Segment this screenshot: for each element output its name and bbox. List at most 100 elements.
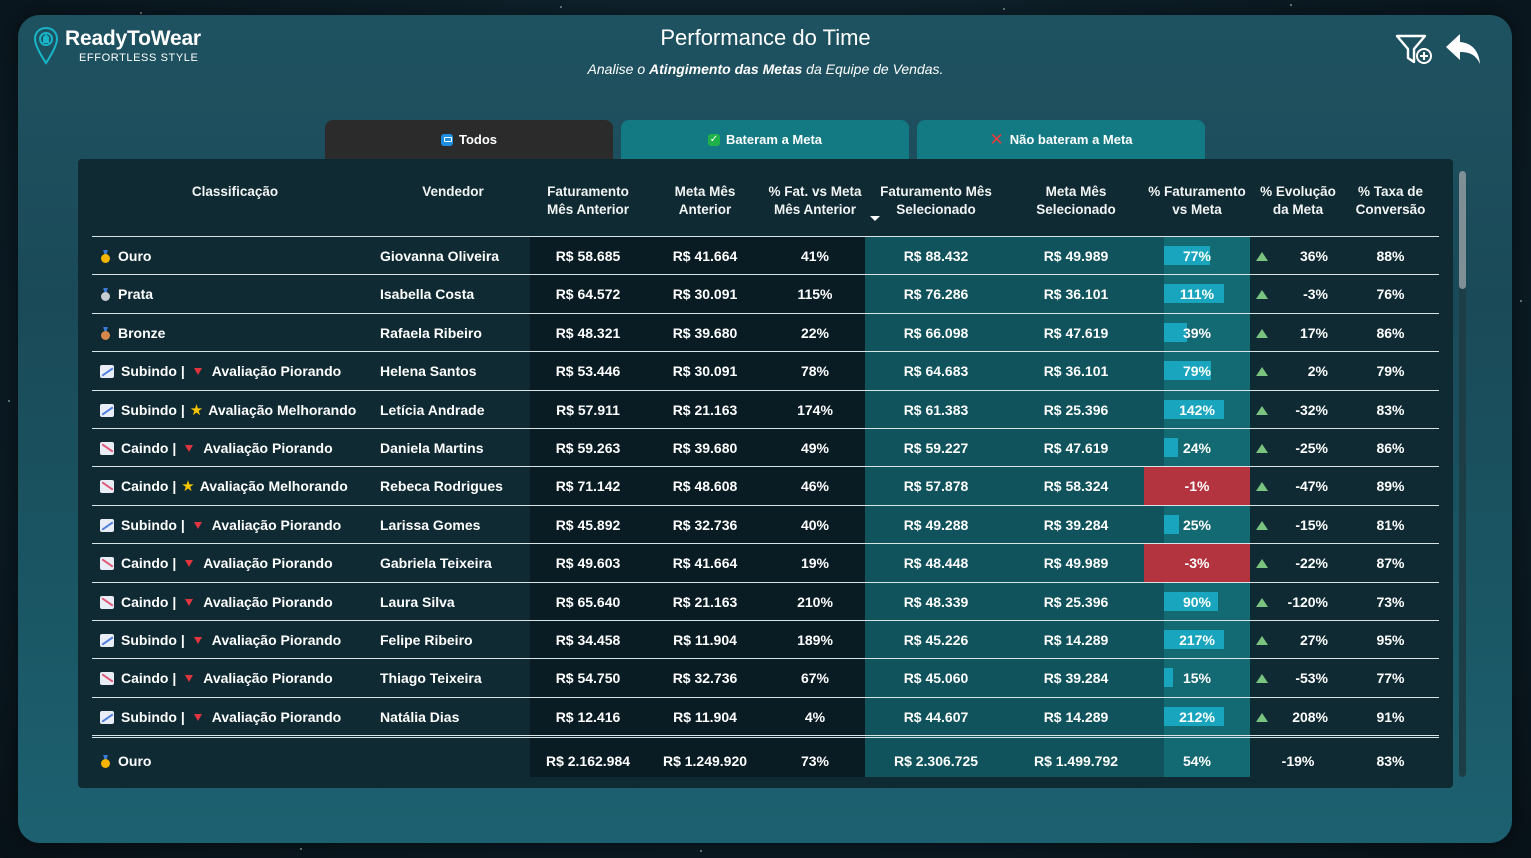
pct-fat-anterior: 174% bbox=[797, 402, 833, 418]
page-title: Performance do Time bbox=[660, 25, 871, 50]
evolucao-cell: -32% bbox=[1256, 391, 1346, 429]
rating-label: Avaliação Piorando bbox=[203, 440, 333, 456]
seller-name: Felipe Ribeiro bbox=[380, 632, 473, 648]
up-arrow-icon bbox=[1256, 443, 1268, 453]
up-arrow-icon bbox=[1256, 405, 1268, 415]
table-row[interactable]: Subindo | Avaliação Piorando Natália Dias R… bbox=[78, 698, 1453, 736]
col-faturamento-selecionado[interactable]: Faturamento Mês Selecionado bbox=[871, 183, 1001, 219]
evolucao-value: -32% bbox=[1295, 402, 1328, 418]
col-pct-fat-meta-anterior[interactable]: % Fat. vs Meta Mês Anterior bbox=[760, 183, 870, 219]
fat-anterior: R$ 59.263 bbox=[555, 440, 621, 456]
performance-table: Classificação Vendedor Faturamento Mês An… bbox=[78, 159, 1466, 788]
evolucao-value: -3% bbox=[1303, 286, 1328, 302]
meta-anterior: R$ 21.163 bbox=[672, 594, 738, 610]
table-row[interactable]: Ouro Giovanna Oliveira R$ 58.685 R$ 41.664 4… bbox=[78, 237, 1453, 275]
rating-label: Avaliação Melhorando bbox=[208, 402, 357, 418]
table-row[interactable]: Caindo | Avaliação Piorando Daniela Martin… bbox=[78, 429, 1453, 467]
seller-name: Rebeca Rodrigues bbox=[380, 478, 503, 494]
seller-name: Gabriela Teixeira bbox=[380, 555, 492, 571]
fat-selecionado: R$ 61.383 bbox=[903, 402, 969, 418]
table-row[interactable]: Subindo | Avaliação Piorando Larissa Gomes… bbox=[78, 506, 1453, 544]
evolucao-cell: 2% bbox=[1256, 352, 1346, 390]
pct-fat-meta: 212% bbox=[1179, 709, 1215, 725]
star-icon: ★ bbox=[181, 478, 195, 495]
col-meta-anterior[interactable]: Meta Mês Anterior bbox=[650, 183, 760, 219]
table-row[interactable]: Caindo | Avaliação Piorando Thiago Teixeir… bbox=[78, 659, 1453, 697]
table-row[interactable]: Caindo | ★ Avaliação Melhorando Rebeca Rodr… bbox=[78, 467, 1453, 505]
meta-selecionado: R$ 36.101 bbox=[1043, 286, 1109, 302]
rating-label: Avaliação Piorando bbox=[211, 709, 342, 725]
col-meta-selecionado[interactable]: Meta Mês Selecionado bbox=[1016, 183, 1136, 219]
seller-name: Larissa Gomes bbox=[380, 517, 481, 533]
fat-anterior: R$ 48.321 bbox=[555, 325, 621, 341]
pct-fat-anterior: 4% bbox=[804, 709, 826, 725]
list-icon bbox=[440, 133, 453, 146]
pct-fat-anterior: 41% bbox=[800, 248, 830, 264]
total-fat-anterior: R$ 2.162.984 bbox=[545, 753, 631, 769]
fat-selecionado: R$ 64.683 bbox=[903, 363, 969, 379]
taxa-conversao: 86% bbox=[1376, 325, 1405, 341]
evolucao-value: 208% bbox=[1292, 709, 1328, 725]
pct-fat-anterior: 19% bbox=[800, 555, 830, 571]
col-faturamento-anterior[interactable]: Faturamento Mês Anterior bbox=[533, 183, 643, 219]
table-row[interactable]: Subindo | ★ Avaliação Melhorando Letícia An… bbox=[78, 391, 1453, 429]
meta-selecionado: R$ 25.396 bbox=[1043, 594, 1109, 610]
col-pct-taxa-conversao[interactable]: % Taxa de Conversão bbox=[1343, 183, 1438, 219]
classification-cell: Subindo | ★ Avaliação Melhorando bbox=[100, 391, 385, 429]
taxa-conversao: 81% bbox=[1376, 517, 1405, 533]
meta-selecionado: R$ 58.324 bbox=[1043, 478, 1109, 494]
gold-medal-icon bbox=[100, 250, 111, 263]
gold-medal-icon bbox=[100, 755, 111, 768]
tab-bateram-meta[interactable]: ✓ Bateram a Meta bbox=[621, 120, 909, 159]
trend-label: Caindo | bbox=[121, 670, 177, 686]
taxa-conversao: 86% bbox=[1376, 440, 1405, 456]
trend-label: Caindo | bbox=[121, 440, 177, 456]
total-pct-fat-anterior: 73% bbox=[800, 753, 830, 769]
seller-name: Rafaela Ribeiro bbox=[380, 325, 482, 341]
seller-name: Thiago Teixeira bbox=[380, 670, 482, 686]
tab-nao-bateram-meta[interactable]: ✕ Não bateram a Meta bbox=[917, 120, 1205, 159]
trend-up-icon bbox=[100, 403, 114, 417]
table-row[interactable]: Subindo | Avaliação Piorando Felipe Ribeir… bbox=[78, 621, 1453, 659]
meta-selecionado: R$ 14.289 bbox=[1043, 632, 1109, 648]
vertical-scrollbar[interactable] bbox=[1459, 171, 1466, 777]
check-icon: ✓ bbox=[707, 133, 720, 146]
meta-selecionado: R$ 49.989 bbox=[1043, 248, 1109, 264]
col-classificacao[interactable]: Classificação bbox=[175, 183, 295, 201]
table-row[interactable]: Bronze Rafaela Ribeiro R$ 48.321 R$ 39.680 2… bbox=[78, 314, 1453, 352]
sort-desc-icon[interactable] bbox=[870, 216, 880, 221]
table-row[interactable]: Caindo | Avaliação Piorando Laura Silva R$ … bbox=[78, 583, 1453, 621]
bronze-medal-icon bbox=[100, 327, 111, 340]
evolucao-value: -22% bbox=[1295, 555, 1328, 571]
fat-anterior: R$ 49.603 bbox=[555, 555, 621, 571]
classification-cell: Caindo | Avaliação Piorando bbox=[100, 583, 385, 621]
classification-cell: Caindo | Avaliação Piorando bbox=[100, 429, 385, 467]
scrollbar-thumb[interactable] bbox=[1459, 171, 1466, 289]
rating-label: Avaliação Piorando bbox=[211, 363, 342, 379]
total-classification-label: Ouro bbox=[118, 753, 152, 769]
col-vendedor[interactable]: Vendedor bbox=[393, 183, 513, 201]
col-pct-evolucao-meta[interactable]: % Evolução da Meta bbox=[1253, 183, 1343, 219]
trend-down-icon bbox=[100, 556, 114, 570]
fat-anterior: R$ 57.911 bbox=[556, 402, 620, 418]
tab-todos[interactable]: Todos bbox=[325, 120, 613, 159]
table-row[interactable]: Subindo | Avaliação Piorando Helena Santos… bbox=[78, 352, 1453, 390]
evolucao-cell: 208% bbox=[1256, 698, 1346, 736]
pct-fat-meta: -3% bbox=[1184, 555, 1210, 571]
back-arrow-icon[interactable] bbox=[1444, 32, 1482, 66]
meta-anterior: R$ 32.736 bbox=[672, 670, 738, 686]
filter-add-icon[interactable] bbox=[1395, 32, 1435, 68]
meta-anterior: R$ 41.664 bbox=[672, 248, 738, 264]
rating-down-icon bbox=[185, 598, 194, 606]
taxa-conversao: 89% bbox=[1376, 478, 1405, 494]
meta-anterior: R$ 39.680 bbox=[672, 440, 738, 456]
fat-selecionado: R$ 49.288 bbox=[903, 517, 969, 533]
meta-selecionado: R$ 25.396 bbox=[1043, 402, 1109, 418]
table-row[interactable]: Prata Isabella Costa R$ 64.572 R$ 30.091 115… bbox=[78, 275, 1453, 313]
seller-name: Natália Dias bbox=[380, 709, 460, 725]
table-row[interactable]: Caindo | Avaliação Piorando Gabriela Teixe… bbox=[78, 544, 1453, 582]
col-pct-faturamento-meta[interactable]: % Faturamento vs Meta bbox=[1144, 183, 1250, 219]
rating-down-icon bbox=[185, 559, 194, 567]
seller-name: Giovanna Oliveira bbox=[380, 248, 500, 264]
pct-fat-anterior: 78% bbox=[800, 363, 830, 379]
